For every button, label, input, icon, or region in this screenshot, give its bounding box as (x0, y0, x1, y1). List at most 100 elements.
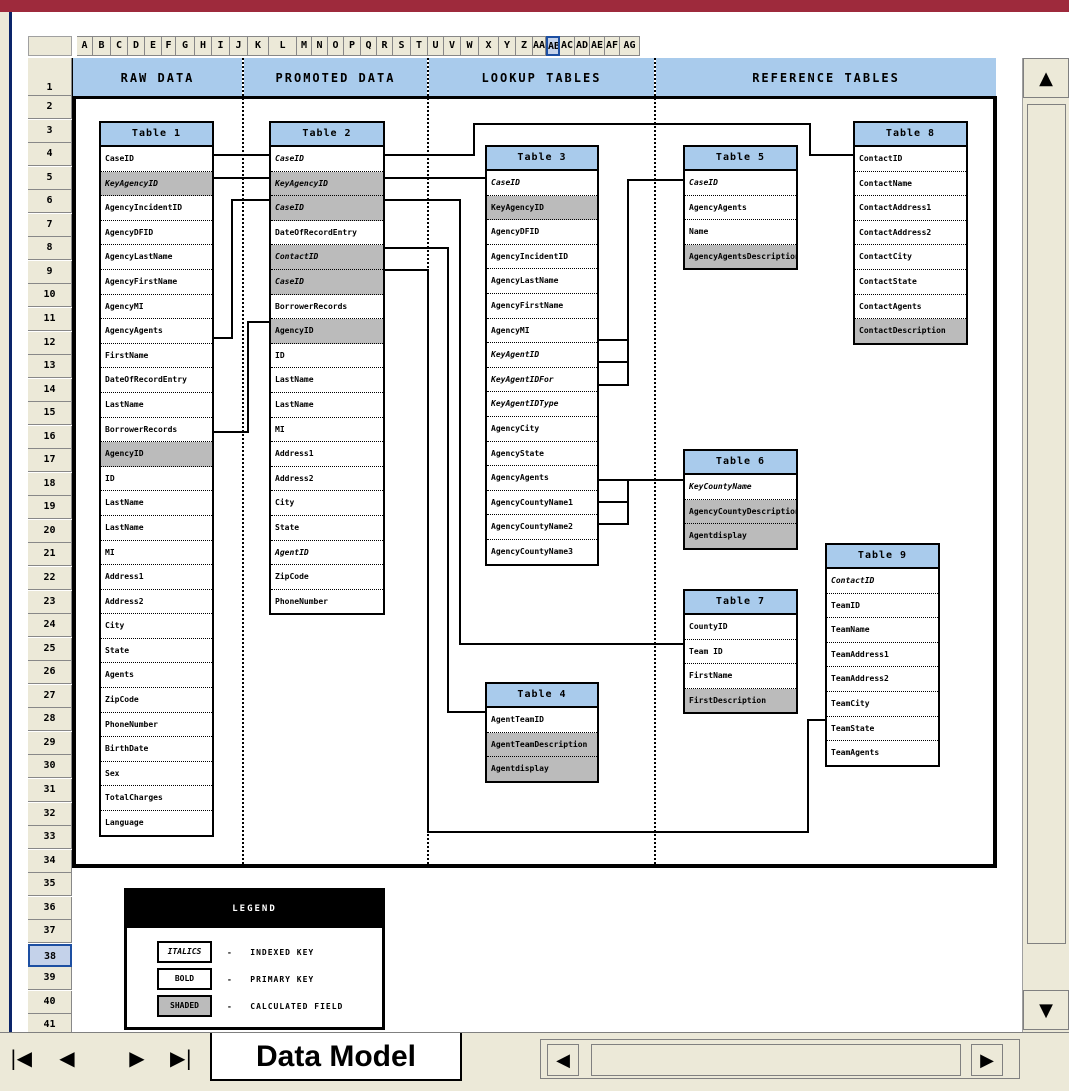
table-field: KeyAgentIDType (487, 392, 597, 417)
table-field: Address1 (271, 442, 383, 467)
table-field: ContactState (855, 270, 966, 295)
table-field: Address2 (101, 590, 212, 615)
legend-text: CALCULATED FIELD (250, 1002, 344, 1011)
table-field: CaseID (487, 171, 597, 196)
first-sheet-icon: |◀ (9, 1046, 33, 1070)
table-field: AgencyIncidentID (487, 245, 597, 270)
table-field: Sex (101, 762, 212, 787)
vertical-scrollbar[interactable]: ▲ ▼ (1022, 58, 1069, 1032)
table-field: TotalCharges (101, 786, 212, 812)
table-field: KeyAgentID (487, 343, 597, 368)
table-title: Table 6 (685, 451, 796, 475)
table-7: Table 7 CountyID Team ID FirstName FirstDesc… (683, 589, 798, 715)
tab-data-model[interactable]: Data Model (210, 1033, 462, 1081)
table-field: LastName (271, 393, 383, 418)
table-field: MI (101, 541, 212, 566)
table-field: TeamState (827, 717, 938, 742)
last-sheet-button[interactable]: ▶| (166, 1043, 196, 1073)
table-field: DateOfRecordEntry (271, 221, 383, 246)
table-field: ContactAddress2 (855, 221, 966, 246)
table-title: Table 8 (855, 123, 966, 147)
table-field: State (101, 639, 212, 664)
table-field: CaseID (271, 269, 383, 295)
table-field: AgencyLastName (101, 245, 212, 270)
last-sheet-icon: ▶| (169, 1046, 193, 1070)
table-field: PhoneNumber (101, 713, 212, 738)
table-field: ContactCity (855, 245, 966, 270)
table-field: TeamCity (827, 692, 938, 717)
table-field: BirthDate (101, 737, 212, 762)
horizontal-scrollbar[interactable]: ◀ ▶ (540, 1039, 1020, 1079)
table-field: CaseID (685, 171, 796, 196)
table-field: TeamID (827, 594, 938, 619)
table-field: ContactName (855, 172, 966, 197)
prev-sheet-icon: ◀ (59, 1046, 75, 1070)
table-title: Table 1 (101, 123, 212, 147)
table-field: AgencyCountyName3 (491, 546, 573, 556)
table-field: LastName (101, 491, 212, 516)
scroll-right-button[interactable]: ▶ (971, 1044, 1003, 1076)
table-field: CaseID (271, 147, 383, 172)
table-field: Agents (101, 663, 212, 689)
prev-sheet-button[interactable]: ◀ (52, 1043, 82, 1073)
table-field: ContactID (855, 147, 966, 172)
table-field: AgencyMI (487, 319, 597, 344)
table-field: ZipCode (271, 565, 383, 590)
legend-text: INDEXED KEY (250, 948, 315, 957)
table-title: Table 5 (685, 147, 796, 171)
table-field: AgencyAgents (101, 319, 212, 344)
next-sheet-button[interactable]: ▶ (122, 1043, 152, 1073)
scroll-left-button[interactable]: ◀ (547, 1044, 579, 1076)
table-field: KeyAgentIDFor (487, 368, 597, 393)
scroll-down-button[interactable]: ▼ (1023, 990, 1069, 1030)
table-field: LastName (101, 393, 212, 418)
table-field: AgencyID (271, 319, 383, 344)
table-field: AgencyCountyName1 (487, 491, 597, 516)
table-field: AgencyIncidentID (101, 196, 212, 221)
table-field: KeyAgencyID (487, 195, 597, 221)
table-field: AgencyAgentsDescription (685, 244, 796, 269)
table-field: KeyAgencyID (271, 171, 383, 197)
vertical-scroll-thumb[interactable] (1027, 104, 1066, 944)
table-field: ContactAddress1 (855, 196, 966, 221)
table-field: Language (105, 818, 144, 828)
table-field: DateOfRecordEntry (101, 368, 212, 393)
table-9: Table 9 ContactID TeamID TeamName TeamAddres… (825, 543, 940, 767)
legend-label-primary: - PRIMARY KEY (227, 975, 315, 984)
table-field: CaseID (271, 196, 383, 221)
table-field: AgencyCountyDescription (685, 499, 796, 525)
legend-title: LEGEND (127, 891, 382, 928)
table-field: FirstDescription (685, 688, 796, 713)
table-field: LastName (271, 368, 383, 393)
table-title: Table 3 (487, 147, 597, 171)
table-field: ZipCode (101, 688, 212, 713)
table-field: Agentdisplay (685, 524, 796, 548)
table-3: Table 3 CaseID KeyAgencyID AgencyDFID Agency… (485, 145, 599, 566)
legend: LEGEND ITALICS - INDEXED KEY BOLD - PRIM… (124, 888, 385, 1030)
sheet-tab-bar: |◀ ◀ ▶ ▶| Data Model ◀ ▶ (0, 1032, 1069, 1091)
table-field: KeyCountyName (685, 475, 796, 500)
table-field: AgentTeamID (487, 708, 597, 733)
table-field: AgentTeamDescription (487, 732, 597, 758)
table-field: AgencyState (487, 442, 597, 467)
legend-swatch-shaded: SHADED (157, 995, 212, 1017)
triangle-up-icon: ▲ (1039, 68, 1053, 89)
first-sheet-button[interactable]: |◀ (6, 1043, 36, 1073)
horizontal-scroll-thumb[interactable] (591, 1044, 961, 1076)
table-title: Table 4 (487, 684, 597, 708)
scroll-up-button[interactable]: ▲ (1023, 58, 1069, 98)
table-6: Table 6 KeyCountyName AgencyCountyDescript… (683, 449, 798, 550)
table-field: AgencyCountyName2 (487, 515, 597, 540)
table-field: AgencyAgents (685, 196, 796, 221)
table-1: Table 1 CaseID KeyAgencyID AgencyIncidentID… (99, 121, 214, 837)
table-field: City (271, 491, 383, 516)
table-title: Table 2 (271, 123, 383, 147)
legend-swatch-italic: ITALICS (157, 941, 212, 963)
table-field: AgencyFirstName (487, 294, 597, 319)
table-field: Agentdisplay (487, 757, 597, 781)
table-field: City (101, 614, 212, 639)
table-field: TeamName (827, 618, 938, 643)
table-field: AgencyMI (101, 295, 212, 320)
table-4: Table 4 AgentTeamID AgentTeamDescription Ag… (485, 682, 599, 783)
table-field: TeamAddress2 (827, 667, 938, 692)
